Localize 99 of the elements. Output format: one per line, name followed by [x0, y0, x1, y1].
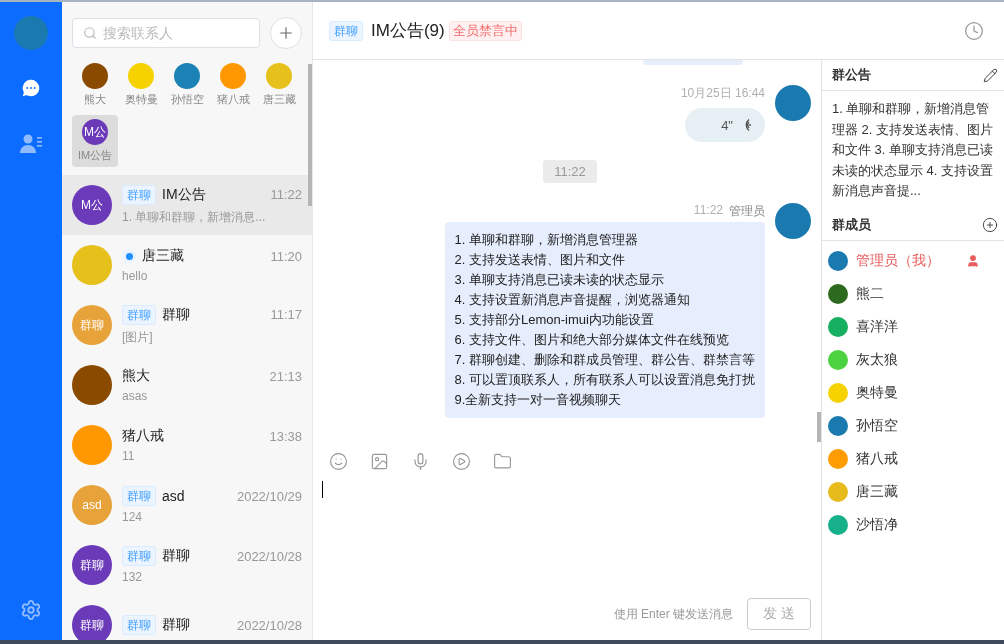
avatar: asd	[72, 485, 112, 525]
conversation-item[interactable]: 群聊 群聊 群聊 2022/10/28	[62, 595, 312, 640]
conversation-time: 11:22	[270, 187, 302, 202]
avatar: 群聊	[72, 305, 112, 345]
group-tag: 群聊	[122, 486, 156, 506]
folder-icon[interactable]	[493, 452, 512, 471]
add-member-icon[interactable]	[982, 216, 998, 233]
mute-badge: 全员禁言中	[448, 20, 522, 41]
message-line: 2. 支持发送表情、图片和文件	[454, 251, 626, 269]
message-preview: 1. 单聊和群聊，新增消息...	[122, 208, 267, 226]
contact-name: 熊大	[84, 92, 106, 107]
member-name: 沙悟净	[856, 516, 899, 534]
person-icon	[966, 254, 980, 268]
contact-name: 孙悟空	[170, 92, 204, 107]
voice-message[interactable]: 4"	[685, 108, 765, 142]
conversation-name: 猪八戒	[122, 427, 165, 445]
contact-name: 猪八戒	[216, 92, 250, 107]
message-line: 6. 支持文件、图片和绝大部分媒体文件在线预览	[454, 331, 730, 349]
microphone-icon[interactable]	[411, 452, 430, 471]
notice-text: 1. 单聊和群聊，新增消息管理器 2. 支持发送表情、图片和文件 3. 单聊支持消息已读未读的状态显示 4. 支持设置新消息声音提...	[831, 100, 995, 200]
conversation-time: 11:17	[270, 307, 302, 322]
message-preview: 11	[122, 449, 136, 463]
message-preview: [图片]	[122, 328, 154, 346]
conversation-time: 13:38	[269, 428, 302, 444]
group-tag: 群聊	[122, 546, 156, 566]
conversation-time: 2022/10/29	[236, 488, 302, 504]
scrollbar[interactable]	[308, 64, 312, 206]
conversation-item[interactable]: 群聊 群聊 群聊 2022/10/28 132	[62, 535, 312, 595]
member-name: 喜洋洋	[856, 318, 899, 336]
conversation-time: 11:20	[270, 248, 302, 264]
message-preview: 124	[122, 510, 144, 524]
message-line: 3. 单聊支持消息已读未读的状态显示	[454, 271, 665, 289]
sender-name: 管理员	[729, 203, 765, 220]
emoji-icon[interactable]	[329, 452, 348, 471]
contact-name: 奥特曼	[124, 92, 158, 107]
scrollbar[interactable]	[817, 412, 821, 442]
message-line: 8. 可以置顶联系人，所有联系人可以设置消息免打扰	[454, 371, 755, 389]
member-name: 奥特曼	[856, 384, 899, 402]
message-line: 4. 支持设置新消息声音提醒，浏览器通知	[454, 291, 691, 309]
member-name: 孙悟空	[856, 417, 899, 435]
message-line: 1. 单聊和群聊，新增消息管理器	[454, 231, 639, 249]
contact-shortcut[interactable]: M公 IM公告	[72, 115, 118, 167]
contact-shortcut[interactable]: 奥特曼	[118, 59, 164, 111]
contact-shortcut[interactable]: 孙悟空	[164, 59, 210, 111]
member-name: 猪八戒	[856, 450, 899, 468]
plus-icon	[277, 24, 295, 42]
image-icon[interactable]	[370, 452, 389, 471]
conversation-time: 2022/10/28	[236, 617, 302, 633]
avatar: 群聊	[72, 545, 112, 585]
conversation-name: 熊大	[122, 367, 151, 385]
group-tag: 群聊	[329, 20, 363, 41]
conversation-name: 唐三藏	[142, 247, 185, 265]
member-name: 唐三藏	[856, 483, 899, 501]
conversation-name: 群聊	[162, 616, 191, 634]
notice-title: 群公告	[832, 66, 871, 84]
conversation-time: 2022/10/28	[236, 548, 302, 564]
conversation-item[interactable]: 唐三藏 11:20 hello	[62, 235, 312, 295]
contact-name: 唐三藏	[262, 92, 296, 107]
chat-title: IM公告(9)	[371, 20, 445, 42]
member-name: 熊二	[856, 285, 885, 303]
conversation-name: IM公告	[162, 185, 207, 204]
conversation-time: 21:13	[269, 368, 302, 384]
text-cursor	[322, 481, 323, 498]
contact-shortcut[interactable]: 猪八戒	[210, 59, 256, 111]
conversation-item[interactable]: 群聊 群聊 群聊 11:17 [图片]	[62, 295, 312, 355]
contact-shortcut[interactable]: 唐三藏	[256, 59, 302, 111]
message-line: 9.全新支持一对一音视频聊天	[454, 391, 623, 409]
conversation-item[interactable]: M公 群聊 IM公告 11:22 1. 单聊和群聊，新增消息...	[62, 175, 312, 235]
member-name: 灰太狼	[856, 351, 899, 369]
conversation-name: asd	[162, 488, 186, 504]
message-line: 5. 支持部分Lemon-imui内功能设置	[454, 311, 655, 329]
group-tag: 群聊	[122, 615, 156, 635]
conversation-item[interactable]: 猪八戒 13:38 11	[62, 415, 312, 475]
member-name: 管理员（我）	[856, 252, 941, 270]
conversation-item[interactable]: asd 群聊 asd 2022/10/29 124	[62, 475, 312, 535]
group-tag: 群聊	[122, 304, 156, 325]
contact-shortcut[interactable]: 熊大	[72, 59, 118, 111]
add-button[interactable]	[270, 17, 302, 49]
group-tag: 群聊	[122, 184, 156, 205]
message-time: 11:22	[693, 203, 723, 219]
members-title: 群成员	[832, 215, 871, 234]
avatar: M公	[82, 119, 108, 145]
avatar: 群聊	[72, 605, 112, 640]
contact-name: IM公告	[77, 148, 113, 163]
message-time: 10月25日 16:44	[680, 85, 765, 102]
video-play-icon[interactable]	[452, 452, 471, 471]
message-preview: asas	[122, 389, 149, 403]
conversation-item[interactable]: 熊大 21:13 asas	[62, 355, 312, 415]
search-icon	[83, 26, 97, 40]
message-line: 7. 群聊创建、删除和群成员管理、群公告、群禁言等	[454, 351, 755, 369]
send-hint: 使用 Enter 键发送消息	[613, 605, 733, 623]
message-preview: 132	[122, 570, 144, 584]
search-field[interactable]: 搜索联系人	[72, 18, 260, 48]
conversation-name: 群聊	[162, 305, 191, 324]
history-clock-icon[interactable]	[964, 20, 984, 41]
avatar: M公	[72, 185, 112, 225]
message-preview: hello	[122, 269, 149, 283]
conversation-name: 群聊	[162, 547, 191, 565]
edit-pencil-icon[interactable]	[983, 67, 998, 83]
